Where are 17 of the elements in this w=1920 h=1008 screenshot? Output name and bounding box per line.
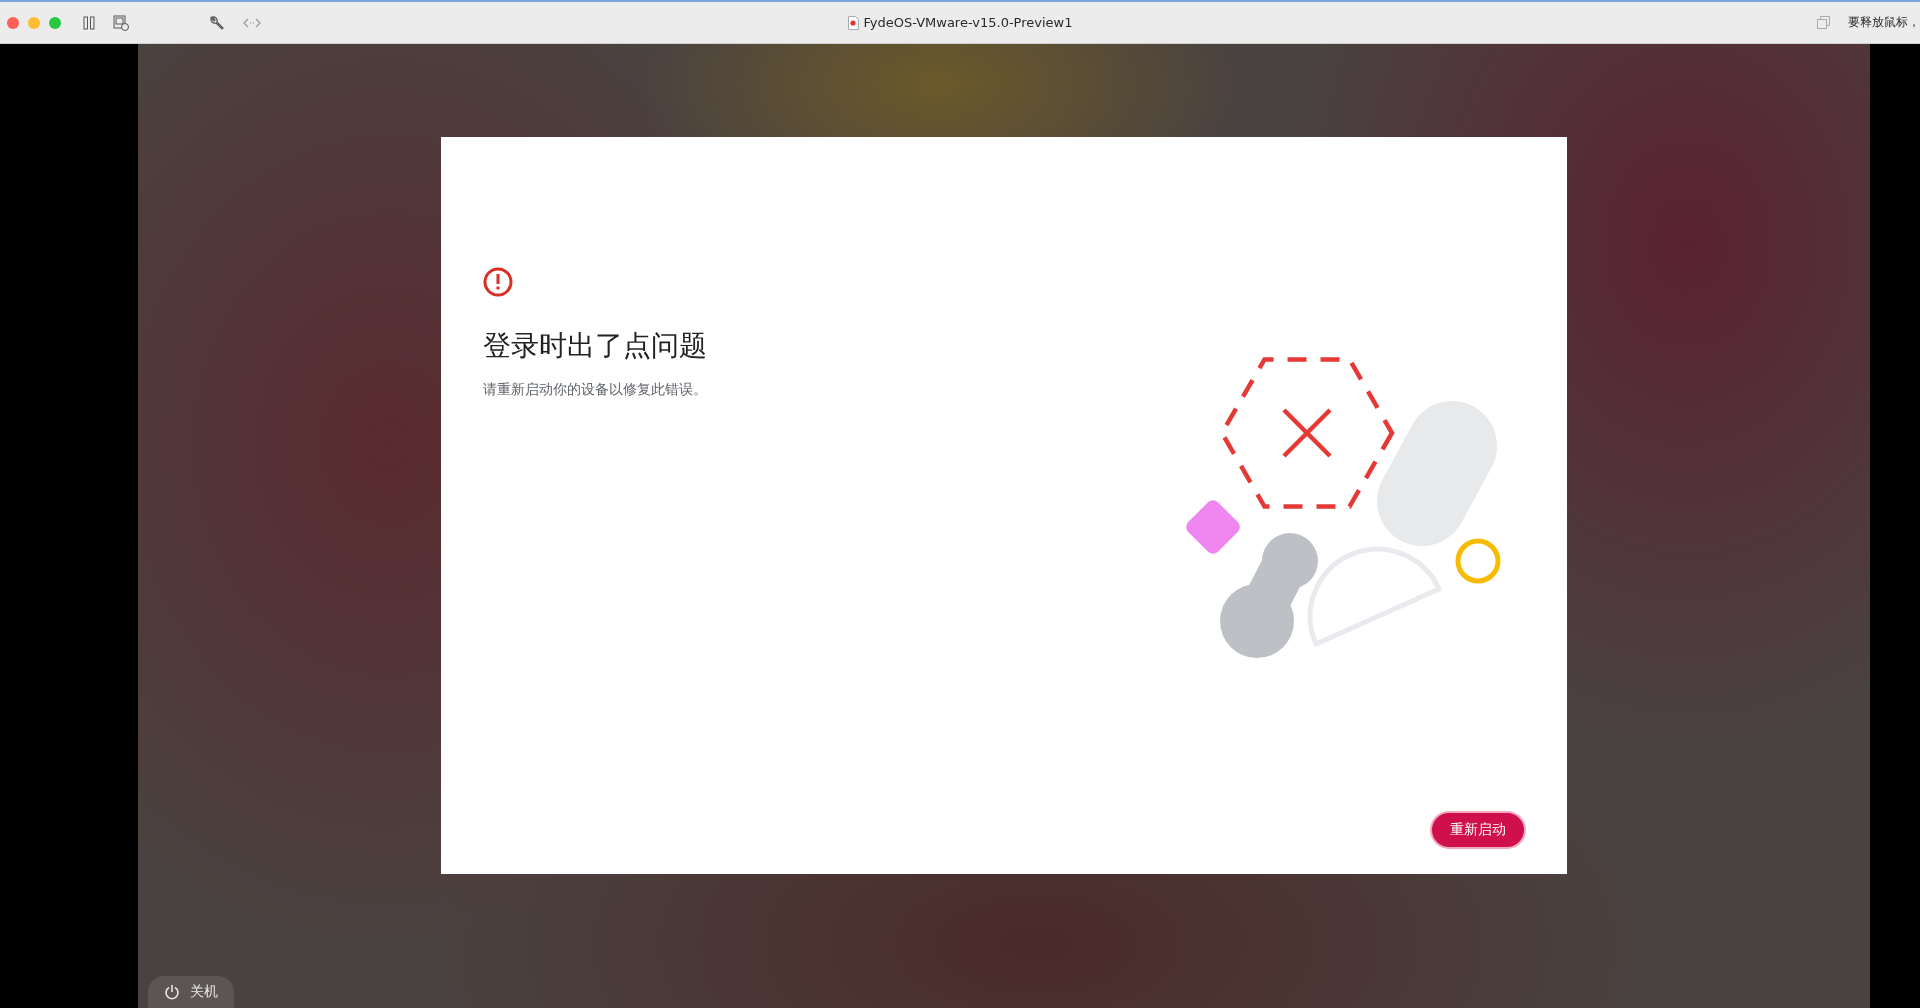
code-arrows-icon[interactable]: [243, 17, 261, 28]
error-icon: [483, 267, 513, 297]
error-message: 请重新启动你的设备以修复此错误。: [483, 381, 707, 399]
close-button[interactable]: [7, 16, 19, 29]
error-title: 登录时出了点问题: [483, 328, 707, 364]
wrench-icon[interactable]: [209, 14, 225, 31]
power-icon: [164, 984, 180, 1000]
shutdown-button[interactable]: 关机: [148, 976, 234, 1008]
window-title: FydeOS-VMware-v15.0-Preview1: [863, 15, 1073, 30]
zoom-button[interactable]: [49, 16, 61, 29]
pause-icon[interactable]: [83, 15, 95, 30]
snapshot-icon[interactable]: [113, 14, 129, 31]
document-icon: [847, 15, 859, 30]
release-mouse-hint: 要释放鼠标，: [1848, 14, 1920, 31]
minimize-button[interactable]: [28, 16, 40, 29]
copy-icon[interactable]: [1817, 16, 1830, 29]
restart-button[interactable]: 重新启动: [1432, 813, 1524, 847]
